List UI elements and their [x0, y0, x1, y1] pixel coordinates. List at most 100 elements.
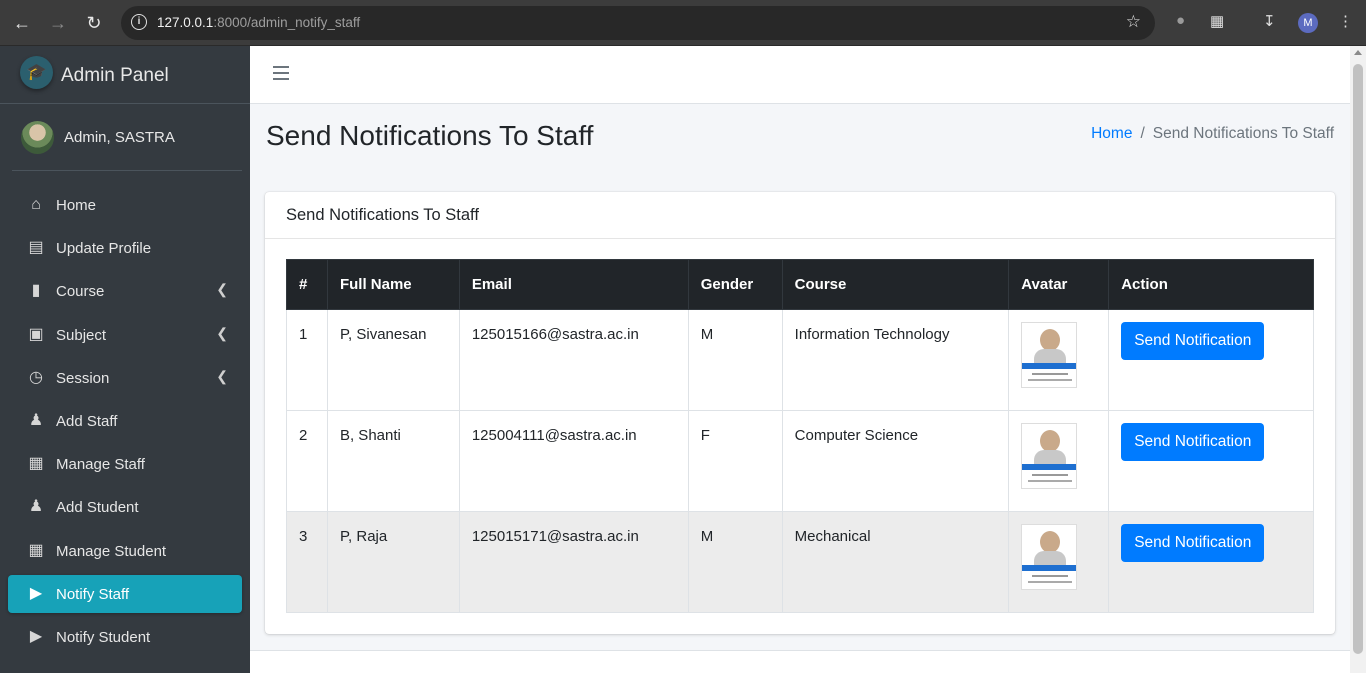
chevron-left-icon[interactable]: ❮ [216, 325, 228, 342]
sidebar-item-notify-staff[interactable]: ▶ Notify Staff [8, 574, 242, 613]
breadcrumb-separator: / [1140, 125, 1145, 142]
book-icon: ▣ [28, 325, 44, 343]
send-notification-button[interactable]: Send Notification [1121, 322, 1265, 360]
sidebar-item-subject[interactable]: ▣ Subject ❮ [8, 316, 242, 354]
back-icon[interactable]: ← [10, 11, 34, 35]
avatar-cell [1008, 511, 1110, 613]
staff-course: Information Technology [781, 309, 1010, 411]
staff-name: P, Raja [326, 511, 460, 613]
grid-icon: ▦ [28, 541, 44, 559]
sidebar-item-update-profile[interactable]: ▤ Update Profile [8, 229, 242, 267]
column-header: Course [781, 259, 1010, 310]
row-number: 2 [286, 410, 328, 512]
sidebar-menu: ⌂ Home ▤ Update Profile ▮ Course ❮ ▣ Subject ❮ ◷ Se… [8, 186, 242, 661]
sidebar-item-label: Manage Staff [56, 456, 145, 474]
action-cell: Send Notification [1108, 410, 1314, 512]
sidebar-item-add-student[interactable]: ♟ Add Student [8, 488, 242, 526]
column-header: Action [1108, 259, 1314, 310]
staff-course: Mechanical [781, 511, 1010, 613]
staff-name: B, Shanti [326, 410, 460, 512]
sidebar-item-label: Notify Student [56, 628, 151, 646]
graduation-cap-icon: 🎓 [20, 56, 53, 89]
avatar-cell [1008, 410, 1110, 512]
action-cell: Send Notification [1108, 309, 1314, 411]
send-notification-button[interactable]: Send Notification [1121, 423, 1265, 461]
puzzle-icon[interactable]: ▦ [1210, 12, 1224, 30]
sidebar-item-label: Session [56, 369, 110, 387]
profile-avatar[interactable]: M [1298, 13, 1318, 33]
chevron-left-icon[interactable]: ❮ [216, 368, 228, 385]
table-header-row: # Full Name Email Gender Course Avatar Action [286, 259, 1314, 310]
grid-icon: ▦ [28, 455, 44, 473]
send-notification-button[interactable]: Send Notification [1121, 524, 1265, 562]
menu-kebab-icon[interactable]: ⋮ [1338, 12, 1353, 30]
reload-icon[interactable]: ↻ [82, 11, 106, 35]
staff-gender: F [687, 410, 783, 512]
card-header: Send Notifications To Staff [265, 192, 1335, 239]
sidebar-item-manage-student[interactable]: ▦ Manage Student [8, 532, 242, 570]
sidebar: 🎓 Admin Panel Admin, SASTRA ⌂ Home ▤ Update… [0, 46, 250, 673]
avatar [21, 121, 54, 154]
sidebar-item-label: Home [56, 197, 97, 214]
avatar-cell [1008, 309, 1110, 411]
top-navbar [250, 46, 1350, 104]
staff-avatar-image [1021, 322, 1078, 388]
home-icon: ⌂ [31, 196, 41, 213]
user-plus-icon: ♟ [28, 498, 44, 516]
sidebar-item-label: Notify Staff [56, 585, 130, 603]
bookmark-star-icon[interactable]: ☆ [1126, 12, 1141, 32]
site-info-icon[interactable]: i [131, 14, 147, 30]
staff-email: 125015166@sastra.ac.in [458, 309, 689, 411]
brand-text: Admin Panel [61, 65, 169, 86]
staff-gender: M [687, 511, 783, 613]
sidebar-item-home[interactable]: ⌂ Home [8, 186, 242, 224]
brand-link[interactable]: 🎓 Admin Panel [0, 46, 250, 104]
bullhorn-icon: ▶ [29, 584, 43, 602]
sidebar-item-label: Add Student [56, 499, 139, 517]
sidebar-item-manage-staff[interactable]: ▦ Manage Staff [8, 445, 242, 483]
table-row: 3 P, Raja 125015171@sastra.ac.in M Mechanica… [286, 511, 1314, 613]
sidebar-item-course[interactable]: ▮ Course ❮ [8, 272, 242, 310]
chevron-left-icon[interactable]: ❮ [216, 281, 228, 298]
forward-icon[interactable]: → [46, 11, 70, 35]
download-icon[interactable]: ↧ [1263, 12, 1276, 30]
column-header: Avatar [1008, 259, 1110, 310]
staff-email: 125015171@sastra.ac.in [458, 511, 689, 613]
staff-card: Send Notifications To Staff # Full Name Em… [265, 192, 1335, 634]
action-cell: Send Notification [1108, 511, 1314, 613]
staff-course: Computer Science [781, 410, 1010, 512]
column-header: Email [458, 259, 689, 310]
breadcrumb-home-link[interactable]: Home [1091, 125, 1132, 142]
row-number: 3 [286, 511, 328, 613]
sidebar-item-session[interactable]: ◷ Session ❮ [8, 359, 242, 397]
extension-icon[interactable]: ● [1176, 12, 1185, 29]
sidebar-item-label: Update Profile [56, 240, 152, 258]
staff-name: P, Sivanesan [326, 309, 460, 411]
footer [250, 650, 1350, 673]
column-header: # [286, 259, 328, 310]
scrollbar[interactable] [1350, 46, 1366, 673]
hamburger-menu-icon[interactable] [273, 66, 289, 80]
sidebar-item-label: Course [56, 283, 105, 301]
table-row: 2 B, Shanti 125004111@sastra.ac.in F Compute… [286, 410, 1314, 512]
address-bar[interactable]: i 127.0.0.1:8000/admin_notify_staff ☆ [121, 6, 1155, 40]
bullhorn-icon: ▶ [29, 627, 43, 645]
sidebar-item-label: Manage Student [56, 542, 167, 560]
staff-avatar-image [1021, 524, 1078, 590]
bookmark-icon: ▮ [31, 282, 41, 300]
user-name[interactable]: Admin, SASTRA [64, 129, 175, 146]
sidebar-item-notify-student[interactable]: ▶ Notify Student [8, 618, 242, 656]
sidebar-item-add-staff[interactable]: ♟ Add Staff [8, 402, 242, 440]
page-title: Send Notifications To Staff [266, 120, 594, 151]
card-title: Send Notifications To Staff [286, 206, 479, 224]
sidebar-item-label: Subject [56, 326, 107, 344]
user-panel[interactable]: Admin, SASTRA [12, 114, 242, 171]
row-number: 1 [286, 309, 328, 411]
breadcrumb-current: Send Notifications To Staff [1152, 125, 1334, 142]
user-plus-icon: ♟ [28, 411, 44, 429]
id-card-icon: ▤ [28, 239, 44, 257]
url-text[interactable]: 127.0.0.1:8000/admin_notify_staff [157, 15, 360, 30]
column-header: Gender [687, 259, 783, 310]
staff-gender: M [687, 309, 783, 411]
sidebar-item-label: Add Staff [56, 412, 118, 430]
